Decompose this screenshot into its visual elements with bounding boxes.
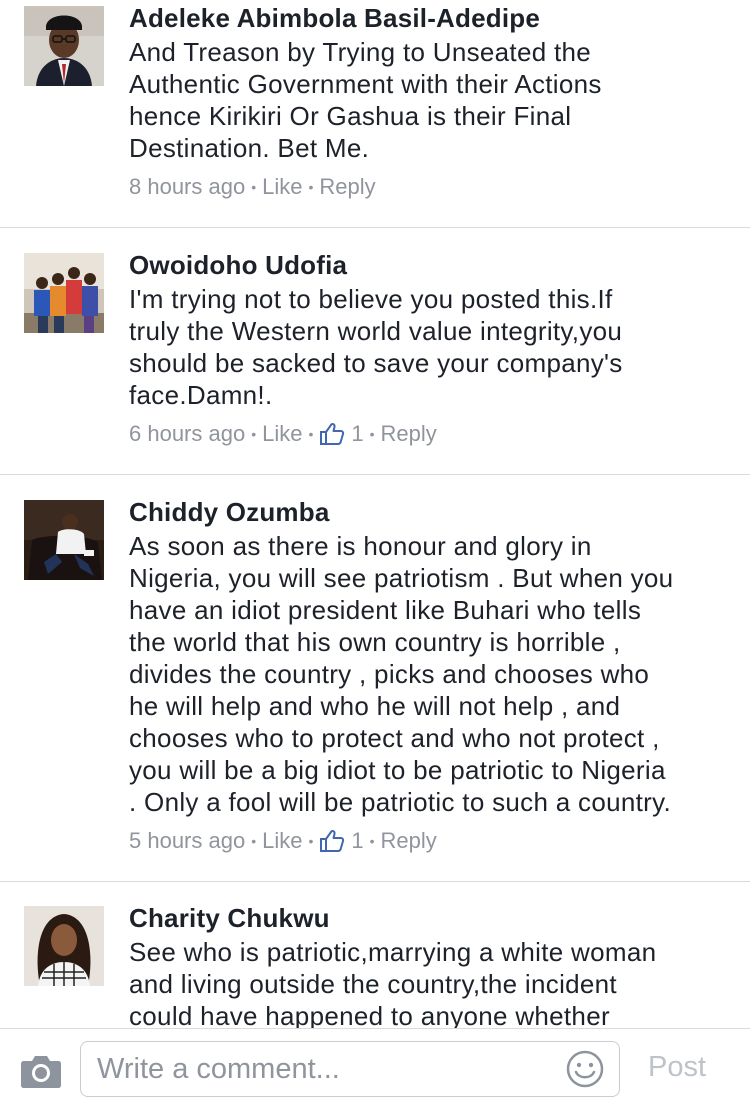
avatar-photo (24, 253, 104, 333)
like-link[interactable]: Like (262, 174, 302, 200)
comment-line: And Treason by Trying to Unseated the (129, 37, 592, 67)
comment-author[interactable]: Chiddy Ozumba (129, 497, 330, 528)
camera-icon[interactable] (20, 1053, 62, 1089)
comment-author[interactable]: Adeleke Abimbola Basil-Adedipe (129, 3, 540, 34)
comment-line: Nigeria, you will see patriotism . But w… (129, 563, 674, 593)
reply-link[interactable]: Reply (381, 828, 437, 854)
divider (0, 474, 750, 475)
comment-meta: 5 hours ago • Like • 1 • Reply (129, 828, 437, 854)
reply-link[interactable]: Reply (319, 174, 375, 200)
avatar-photo (24, 500, 104, 580)
separator-dot: • (251, 179, 257, 195)
comment-line: Destination. Bet Me. (129, 133, 370, 163)
comment-line: Authentic Government with their Actions (129, 69, 602, 99)
separator-dot: • (308, 179, 314, 195)
comment-timestamp: 5 hours ago (129, 828, 246, 853)
comment-line: you will be a big idiot to be patriotic … (129, 755, 666, 785)
reply-link[interactable]: Reply (381, 421, 437, 447)
comment-line: See who is patriotic,marrying a white wo… (129, 937, 657, 967)
comment-author[interactable]: Owoidoho Udofia (129, 250, 347, 281)
thumbs-up-icon (319, 422, 345, 446)
separator-dot: • (251, 426, 257, 442)
smiley-icon[interactable] (565, 1049, 605, 1089)
comment-line: truly the Western world value integrity,… (129, 316, 623, 346)
avatar[interactable] (24, 500, 104, 580)
like-link[interactable]: Like (262, 828, 302, 854)
comment-line: hence Kirikiri Or Gashua is their Final (129, 101, 572, 131)
separator-dot: • (308, 833, 314, 849)
separator-dot: • (308, 426, 314, 442)
comment-body: As soon as there is honour and glory in … (129, 530, 729, 818)
avatar[interactable] (24, 6, 104, 86)
comment-input[interactable] (80, 1041, 620, 1097)
comment-line: he will help and who he will not help , … (129, 691, 621, 721)
comment-composer: Post (0, 1028, 750, 1114)
comments-screen: Adeleke Abimbola Basil-Adedipe And Treas… (0, 0, 750, 1114)
comment-line: As soon as there is honour and glory in (129, 531, 592, 561)
comment-line: and living outside the country,the incid… (129, 969, 617, 999)
comment-line: . Only a fool will be patriotic to such … (129, 787, 671, 817)
comment-body: See who is patriotic,marrying a white wo… (129, 936, 729, 1032)
comment-line: should be sacked to save your company's (129, 348, 623, 378)
separator-dot: • (369, 833, 375, 849)
avatar[interactable] (24, 253, 104, 333)
post-button[interactable]: Post (648, 1051, 706, 1084)
like-count: 1 (351, 421, 364, 446)
comment-line: divides the country , picks and chooses … (129, 659, 650, 689)
separator-dot: • (369, 426, 375, 442)
divider (0, 227, 750, 228)
separator-dot: • (251, 833, 257, 849)
comment-body: And Treason by Trying to Unseated the Au… (129, 36, 729, 164)
comment-timestamp: 6 hours ago (129, 421, 246, 446)
thumbs-up-icon (319, 829, 345, 853)
like-link[interactable]: Like (262, 421, 302, 447)
comment-line: have an idiot president like Buhari who … (129, 595, 642, 625)
comment-line: I'm trying not to believe you posted thi… (129, 284, 613, 314)
avatar-photo (24, 906, 104, 986)
comment-line: face.Damn!. (129, 380, 273, 410)
comment-timestamp: 8 hours ago (129, 174, 246, 199)
comment-body: I'm trying not to believe you posted thi… (129, 283, 729, 411)
divider (0, 881, 750, 882)
comment-meta: 6 hours ago • Like • 1 • Reply (129, 421, 437, 447)
avatar[interactable] (24, 906, 104, 986)
comment-author[interactable]: Charity Chukwu (129, 903, 330, 934)
comment-line: chooses who to protect and who not prote… (129, 723, 660, 753)
comment-meta: 8 hours ago • Like • Reply (129, 174, 376, 200)
like-count: 1 (351, 828, 364, 853)
avatar-photo (24, 6, 104, 86)
comment-line: the world that his own country is horrib… (129, 627, 621, 657)
